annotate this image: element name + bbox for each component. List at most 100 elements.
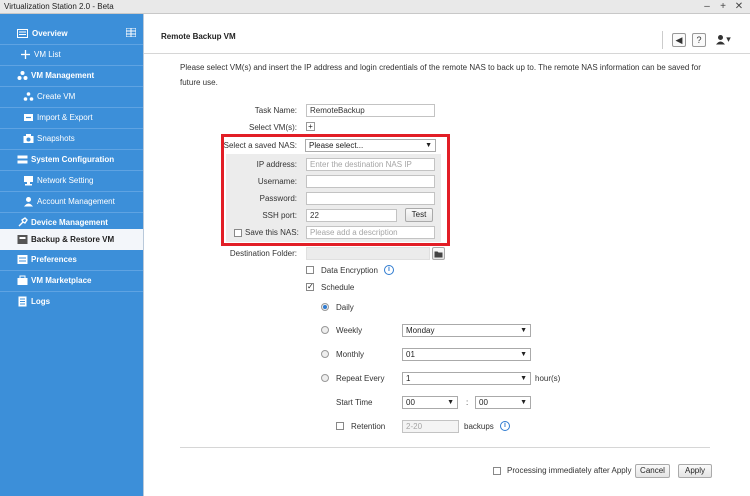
sidebar-item-system-configuration[interactable]: System Configuration [0,150,143,170]
monthly-radio[interactable] [321,350,329,358]
close-button[interactable]: ✕ [732,0,746,14]
task-name-input[interactable]: RemoteBackup [306,104,435,117]
overview-icon [17,28,28,39]
weekly-radio[interactable] [321,326,329,334]
task-name-label: Task Name: [254,106,297,115]
import-export-icon [23,112,34,123]
folder-browse-button[interactable] [432,247,445,260]
plus-icon [20,49,31,60]
monthly-value: 01 [406,350,415,359]
sidebar-item-backup-restore[interactable]: Backup & Restore VM [0,229,143,250]
folder-icon [434,251,443,258]
minimize-button[interactable]: – [700,0,714,14]
window-titlebar: Virtualization Station 2.0 - Beta – + ✕ [0,0,750,14]
sidebar-item-label: Backup & Restore VM [31,235,115,244]
sidebar-item-snapshots[interactable]: Snapshots [0,129,143,149]
repeat-every-value: 1 [406,374,411,383]
password-label: Password: [259,194,297,203]
repeat-unit-label: hour(s) [535,374,561,383]
system-config-icon [17,154,28,165]
chevron-down-icon: ▼ [520,327,527,334]
nas-description-input[interactable]: Please add a description [306,226,435,239]
sidebar-item-label: VM Management [31,71,95,80]
snapshots-icon [23,133,34,144]
weekly-value: Monday [406,326,435,335]
weekly-select[interactable]: Monday ▼ [402,324,531,337]
sidebar-item-vm-list[interactable]: VM List [0,45,143,65]
sidebar-item-account-management[interactable]: Account Management [0,192,143,212]
user-menu-icon[interactable]: ▾ [712,33,734,47]
schedule-checkbox[interactable]: ✓ [306,283,314,291]
sidebar-item-label: Device Management [31,218,108,227]
sidebar-item-logs[interactable]: Logs [0,292,143,312]
chevron-down-icon: ▼ [520,351,527,358]
start-hour-select[interactable]: 00 ▼ [402,396,458,409]
marketplace-icon [17,275,28,286]
info-icon[interactable]: i [384,265,394,275]
device-icon [17,217,28,228]
add-vm-icon[interactable]: + [306,122,315,131]
chevron-down-icon: ▼ [520,399,527,406]
backup-icon [17,234,28,245]
repeat-every-radio[interactable] [321,374,329,382]
destination-folder-label: Destination Folder: [229,249,297,258]
monthly-label: Monthly [336,350,365,359]
sidebar-item-import-export[interactable]: Import & Export [0,108,143,128]
username-input[interactable] [306,175,435,188]
time-separator: : [466,398,469,407]
sidebar-item-vm-marketplace[interactable]: VM Marketplace [0,271,143,291]
start-time-label: Start Time [336,398,373,407]
data-encryption-label: Data Encryption [321,266,378,275]
ssh-port-input[interactable]: 22 [306,209,397,222]
speaker-icon[interactable]: ◀ [672,33,686,47]
footer-divider [180,447,710,448]
sidebar-item-label: Logs [31,297,51,306]
sidebar-item-vm-management[interactable]: VM Management [0,66,143,86]
sidebar-item-label: VM List [34,50,61,59]
daily-label: Daily [336,303,354,312]
select-vms-label: Select VM(s): [248,123,297,132]
repeat-every-select[interactable]: 1 ▼ [402,372,531,385]
sidebar-item-label: System Configuration [31,155,115,164]
retention-label: Retention [351,422,386,431]
create-vm-icon [23,91,34,102]
chevron-down-icon: ▼ [447,399,454,406]
cancel-button[interactable]: Cancel [635,464,670,478]
sidebar-item-label: Overview [32,29,68,38]
logs-icon [17,296,28,307]
maximize-button[interactable]: + [716,0,730,14]
data-encryption-checkbox[interactable] [306,266,314,274]
sidebar-item-overview[interactable]: Overview [0,24,143,44]
apply-button[interactable]: Apply [678,464,712,478]
saved-nas-select[interactable]: Please select... ▼ [305,139,436,152]
sidebar-item-label: Preferences [31,255,77,264]
help-icon[interactable]: ? [692,33,706,47]
sidebar-item-create-vm[interactable]: Create VM [0,87,143,107]
sidebar-item-network-setting[interactable]: Network Setting [0,171,143,191]
save-nas-label: Save this NAS: [245,228,299,237]
saved-nas-label: Select a saved NAS: [223,141,297,150]
info-icon[interactable]: i [500,421,510,431]
username-label: Username: [257,177,297,186]
start-minute-select[interactable]: 00 ▼ [475,396,531,409]
processing-checkbox[interactable] [493,467,501,475]
daily-radio[interactable] [321,303,329,311]
sidebar: Overview VM List VM Management Create VM… [0,14,143,496]
test-button[interactable]: Test [405,208,433,222]
sidebar-item-preferences[interactable]: Preferences [0,250,143,270]
ssh-port-label: SSH port: [262,211,297,220]
retention-checkbox[interactable] [336,422,344,430]
chevron-down-icon: ▼ [425,142,432,149]
destination-folder-input[interactable] [306,247,430,260]
retention-input[interactable]: 2-20 [402,420,459,433]
account-icon [23,196,34,207]
ip-address-input[interactable]: Enter the destination NAS IP [306,158,435,171]
vm-management-icon [17,70,28,81]
save-nas-checkbox[interactable] [234,229,242,237]
start-hour-value: 00 [406,398,415,407]
main-header: Remote Backup VM ◀ ? ▾ [144,14,750,54]
sidebar-item-label: VM Marketplace [31,276,92,285]
repeat-every-label: Repeat Every [336,374,385,383]
monthly-select[interactable]: 01 ▼ [402,348,531,361]
password-input[interactable] [306,192,435,205]
